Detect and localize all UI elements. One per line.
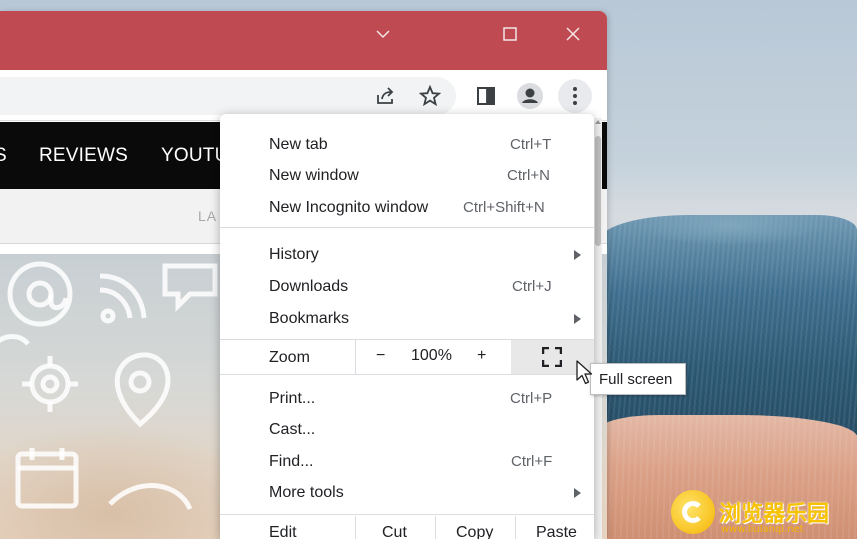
cut-button[interactable]: Cut <box>355 516 435 539</box>
menu-item-bookmarks[interactable]: Bookmarks <box>220 302 594 334</box>
menu-item-label: More tools <box>269 484 344 501</box>
fullscreen-tooltip: Full screen <box>590 363 686 395</box>
menu-item-shortcut: Ctrl+T <box>510 136 552 153</box>
nav-item-reviews[interactable]: REVIEWS <box>39 145 128 167</box>
menu-item-label: New Incognito window <box>269 199 429 216</box>
at-sign-icon <box>7 261 73 327</box>
submenu-arrow-icon <box>574 250 581 260</box>
zoom-in-button[interactable]: + <box>477 347 486 365</box>
tab-search-button[interactable] <box>368 19 398 49</box>
rss-icon <box>99 273 147 324</box>
profile-button[interactable] <box>514 80 546 112</box>
leaf-icon <box>108 483 193 511</box>
zoom-level: 100% <box>411 347 452 364</box>
profile-icon <box>517 83 543 109</box>
bookmark-star-button[interactable] <box>414 80 446 112</box>
menu-item-label: Downloads <box>269 278 349 295</box>
share-button[interactable] <box>370 80 402 112</box>
scroll-up-arrow-icon[interactable] <box>595 120 601 124</box>
menu-item-shortcut: Ctrl+P <box>510 390 553 407</box>
cut-label: Cut <box>382 524 407 539</box>
share-icon <box>377 87 394 104</box>
paste-label: Paste <box>536 524 577 539</box>
paste-button[interactable]: Paste <box>515 516 594 539</box>
calendar-icon <box>15 448 79 509</box>
gear-icon <box>22 356 78 412</box>
wallpaper-trees <box>600 215 857 435</box>
side-panel-button[interactable] <box>470 80 502 112</box>
zoom-label: Zoom <box>269 349 310 366</box>
menu-item-label: New tab <box>269 136 328 153</box>
menu-item-more-tools[interactable]: More tools <box>220 476 594 508</box>
menu-item-new-tab[interactable]: New tab Ctrl+T <box>220 128 594 160</box>
copy-button[interactable]: Copy <box>435 516 515 539</box>
zoom-controls: − 100% + <box>355 340 511 374</box>
menu-item-label: Find... <box>269 453 314 470</box>
fullscreen-icon <box>542 347 562 367</box>
edit-row: Edit Cut Copy Paste <box>220 516 594 539</box>
maximize-icon <box>503 27 517 41</box>
page-scrollbar[interactable] <box>594 118 602 539</box>
watermark-g-icon <box>671 490 715 534</box>
watermark-url: www.liulanqi.net <box>721 524 804 535</box>
nav-item-youtube[interactable]: YOUTU <box>161 145 229 167</box>
title-bar <box>0 11 607 70</box>
sub-bar-text: LA <box>198 208 218 224</box>
side-panel-icon <box>477 87 495 105</box>
menu-item-shortcut: Ctrl+Shift+N <box>463 199 545 216</box>
submenu-arrow-icon <box>574 314 581 324</box>
menu-item-label: New window <box>269 167 359 184</box>
menu-item-find[interactable]: Find... Ctrl+F <box>220 445 594 477</box>
chevron-down-icon <box>376 30 390 39</box>
chrome-menu-button[interactable] <box>558 79 592 113</box>
menu-item-shortcut: Ctrl+N <box>507 167 550 184</box>
menu-item-label: History <box>269 246 319 263</box>
address-bar[interactable] <box>0 77 456 115</box>
nav-item-partial[interactable]: S <box>0 145 7 167</box>
menu-item-cast[interactable]: Cast... <box>220 413 594 445</box>
kebab-menu-icon <box>573 87 577 105</box>
menu-separator <box>220 227 594 228</box>
menu-item-label: Cast... <box>269 421 316 438</box>
menu-item-new-window[interactable]: New window Ctrl+N <box>220 159 594 191</box>
close-button[interactable] <box>558 19 588 49</box>
copy-label: Copy <box>456 524 494 539</box>
close-icon <box>566 27 580 41</box>
menu-item-label: Bookmarks <box>269 310 350 327</box>
menu-item-downloads[interactable]: Downloads Ctrl+J <box>220 270 594 302</box>
watermark-logo: 浏览器乐园 www.liulanqi.net <box>671 490 857 539</box>
maximize-button[interactable] <box>495 19 525 49</box>
chrome-main-menu: New tab Ctrl+T New window Ctrl+N New Inc… <box>220 114 594 539</box>
edit-label: Edit <box>269 524 297 539</box>
chat-bubble-icon <box>162 263 218 313</box>
zoom-out-button[interactable]: − <box>376 347 385 365</box>
tooltip-text: Full screen <box>599 371 673 388</box>
menu-item-new-incognito-window[interactable]: New Incognito window Ctrl+Shift+N <box>220 191 594 223</box>
submenu-arrow-icon <box>574 488 581 498</box>
menu-item-label: Print... <box>269 390 316 407</box>
menu-separator <box>220 374 594 375</box>
menu-item-print[interactable]: Print... Ctrl+P <box>220 382 594 414</box>
scroll-thumb[interactable] <box>595 136 601 246</box>
wifi-icon <box>0 334 30 346</box>
menu-separator <box>220 514 594 515</box>
map-pin-icon <box>114 352 171 428</box>
menu-item-shortcut: Ctrl+F <box>511 453 553 470</box>
menu-item-history[interactable]: History <box>220 238 594 270</box>
menu-item-shortcut: Ctrl+J <box>512 278 552 295</box>
mouse-cursor-icon <box>576 360 593 385</box>
star-icon <box>419 85 441 107</box>
zoom-row: Zoom − 100% + <box>220 340 594 374</box>
